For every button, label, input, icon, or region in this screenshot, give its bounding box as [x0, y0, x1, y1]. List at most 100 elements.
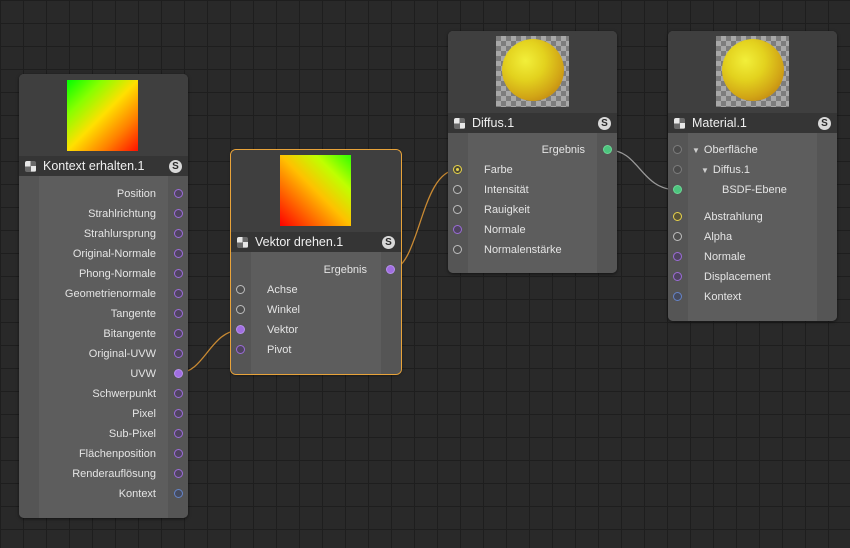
output-port[interactable]	[386, 265, 395, 274]
node-title: Material.1	[692, 116, 747, 130]
input-port[interactable]	[236, 285, 245, 294]
output-port[interactable]	[174, 449, 183, 458]
node-diffuse[interactable]: Diffus.1 S Ergebnis Farbe Intensität Rauig…	[448, 31, 617, 273]
output-port-row: Ergebnis	[251, 260, 367, 280]
port-label: Pivot	[267, 344, 292, 356]
solo-badge-icon[interactable]: S	[818, 116, 831, 130]
port-label: Normalenstärke	[484, 244, 562, 256]
port-label: Original-Normale	[72, 248, 156, 260]
expand-triangle-icon[interactable]: ▼	[692, 146, 700, 155]
input-port-row: Normalenstärke	[484, 240, 562, 260]
port-label: UVW	[130, 368, 156, 380]
input-port-row: Winkel	[267, 300, 300, 320]
port-label: Farbe	[484, 164, 513, 176]
port-label: Strahlursprung	[83, 228, 156, 240]
tree-item-diffuse[interactable]: ▼ Diffus.1	[701, 160, 750, 180]
tree-item-bsdf-layer[interactable]: BSDF-Ebene	[722, 180, 787, 200]
node-titlebar[interactable]: Vektor drehen.1 S	[231, 232, 401, 252]
output-port-row: Renderauflösung	[39, 464, 156, 484]
node-titlebar[interactable]: Material.1 S	[668, 113, 837, 133]
output-port-row: UVW	[39, 364, 156, 384]
node-body	[668, 133, 837, 321]
port-label: Kontext	[118, 488, 156, 500]
port-label: Rauigkeit	[484, 204, 530, 216]
input-port-row: Achse	[267, 280, 298, 300]
input-port[interactable]	[236, 305, 245, 314]
input-port[interactable]	[673, 272, 682, 281]
output-port[interactable]	[174, 389, 183, 398]
port-label: Pixel	[132, 408, 156, 420]
node-preview	[448, 31, 617, 113]
output-port[interactable]	[174, 309, 183, 318]
input-port-row: Pivot	[267, 340, 291, 360]
output-port-row: Strahlrichtung	[39, 204, 156, 224]
output-port[interactable]	[174, 329, 183, 338]
input-port[interactable]	[673, 165, 682, 174]
input-port[interactable]	[673, 145, 682, 154]
output-port[interactable]	[174, 489, 183, 498]
node-titlebar[interactable]: Kontext erhalten.1 S	[19, 156, 188, 176]
output-port[interactable]	[174, 249, 183, 258]
tree-item-surface[interactable]: ▼ Oberfläche	[692, 140, 758, 160]
node-rotate-vector[interactable]: Vektor drehen.1 S Ergebnis Achse Winkel Ve…	[231, 150, 401, 374]
port-label: Original-UVW	[88, 348, 156, 360]
output-port[interactable]	[174, 429, 183, 438]
input-port-row: Kontext	[704, 287, 741, 307]
input-port-row: Intensität	[484, 180, 529, 200]
input-port-row: Displacement	[704, 267, 771, 287]
output-port[interactable]	[174, 269, 183, 278]
solo-badge-icon[interactable]: S	[382, 235, 395, 249]
port-label: Intensität	[484, 184, 529, 196]
port-label: Alpha	[704, 231, 733, 243]
input-port[interactable]	[673, 212, 682, 221]
output-port[interactable]	[603, 145, 612, 154]
solo-badge-icon[interactable]: S	[598, 116, 611, 130]
port-label: BSDF-Ebene	[722, 184, 787, 196]
solo-badge-icon[interactable]: S	[169, 159, 182, 173]
input-port[interactable]	[453, 225, 462, 234]
output-port[interactable]	[174, 369, 183, 378]
output-port-row: Original-Normale	[39, 244, 156, 264]
port-label: Kontext	[704, 291, 742, 303]
node-material[interactable]: Material.1 S ▼ Oberfläche ▼ Diffus.1 BSD…	[668, 31, 837, 321]
output-port-row: Schwerpunkt	[39, 384, 156, 404]
gradient-preview	[67, 80, 138, 151]
input-port[interactable]	[453, 245, 462, 254]
input-port[interactable]	[673, 252, 682, 261]
node-title: Kontext erhalten.1	[43, 159, 145, 173]
output-port-row: Phong-Normale	[39, 264, 156, 284]
node-preview	[668, 31, 837, 113]
output-port[interactable]	[174, 469, 183, 478]
input-port[interactable]	[673, 292, 682, 301]
input-port[interactable]	[673, 185, 682, 194]
input-port[interactable]	[236, 345, 245, 354]
node-type-icon	[25, 160, 36, 172]
input-port[interactable]	[673, 232, 682, 241]
node-title: Vektor drehen.1	[255, 235, 344, 249]
input-port[interactable]	[453, 205, 462, 214]
port-label: Geometrienormale	[64, 288, 156, 300]
input-port[interactable]	[236, 325, 245, 334]
output-port[interactable]	[174, 409, 183, 418]
port-label: Diffus.1	[712, 164, 751, 176]
output-port[interactable]	[174, 289, 183, 298]
output-port[interactable]	[174, 189, 183, 198]
output-port-row: Position	[39, 184, 156, 204]
output-port-row: Pixel	[39, 404, 156, 424]
output-port[interactable]	[174, 209, 183, 218]
expand-triangle-icon[interactable]: ▼	[701, 166, 709, 175]
port-label: Normale	[484, 224, 526, 236]
output-port[interactable]	[174, 349, 183, 358]
node-context[interactable]: Kontext erhalten.1 S Position Strahlricht…	[19, 74, 188, 518]
node-titlebar[interactable]: Diffus.1 S	[448, 113, 617, 133]
material-preview	[716, 36, 789, 107]
input-port-row: Normale	[704, 247, 746, 267]
port-label: Vektor	[267, 324, 299, 336]
input-port[interactable]	[453, 185, 462, 194]
node-preview	[19, 74, 188, 156]
port-label: Oberfläche	[703, 144, 758, 156]
output-port[interactable]	[174, 229, 183, 238]
input-port-row: Abstrahlung	[704, 207, 763, 227]
input-port[interactable]	[453, 165, 462, 174]
input-port-row: Rauigkeit	[484, 200, 530, 220]
